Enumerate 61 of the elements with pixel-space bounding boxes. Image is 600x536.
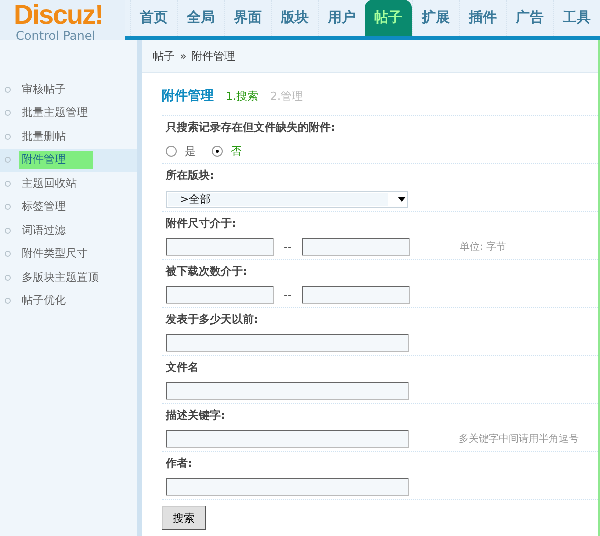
input-field[interactable] [166,478,409,496]
field-label: 描述关键字: [166,408,226,424]
nav-tab[interactable]: 全局 [177,0,224,36]
sidebar-item[interactable]: 批量主题管理 [0,102,137,125]
field-label: 被下载次数介于: [166,264,248,280]
bullet-icon [5,204,11,210]
bullet-icon [5,298,11,304]
input-field[interactable] [302,238,410,256]
field-label: 附件尺寸介于: [166,216,238,232]
field-label: 所在版块: [166,168,216,184]
breadcrumb-link[interactable]: 帖子 [153,48,175,64]
breadcrumb-link[interactable]: 附件管理 [192,48,236,64]
page-title: 附件管理 [162,88,214,105]
sidebar-item[interactable]: 主题回收站 [0,172,137,196]
radio-button[interactable] [166,146,177,156]
input-field[interactable] [166,238,274,256]
sidebar-item[interactable]: 多版块主题置顶 [0,266,137,290]
input-field[interactable] [166,286,274,304]
sidebar-item[interactable]: 帖子优化 [0,290,137,313]
input-field[interactable] [302,286,410,304]
sidebar-item[interactable]: 审核帖子 [0,78,137,102]
field-label: 只搜索记录存在但文件缺失的附件: [166,120,336,136]
sidebar-item[interactable]: 附件类型尺寸 [0,242,137,266]
nav-tab[interactable]: 帖子 [365,0,412,36]
sidebar-item[interactable]: 附件管理 [0,148,137,172]
nav-tab[interactable]: 广告 [506,0,553,36]
field-label: 发表于多少天以前: [166,312,260,328]
hint-text: 多关键字中间请用半角逗号 [459,432,579,446]
field-label: 文件名 [166,360,200,376]
search-button[interactable]: 搜索 [162,506,206,530]
hint-text: 单位: 字节 [460,240,507,254]
sidebar-item[interactable]: 词语过滤 [0,219,137,242]
input-field[interactable] [166,382,409,400]
field-label: 作者: [166,456,194,472]
bullet-icon [5,157,11,164]
bullet-icon [5,110,11,116]
breadcrumb-separator: » [180,50,187,62]
sidebar-item[interactable]: 批量删帖 [0,125,137,148]
radio-label: 否 [231,144,242,158]
nav-tab[interactable]: 版块 [271,0,318,36]
range-separator: -- [284,288,292,302]
caret-icon [398,196,406,202]
bullet-icon [5,251,11,258]
bullet-icon [5,274,11,281]
bullet-icon [5,228,11,234]
step-link[interactable]: 1.搜索 [226,89,258,104]
bullet-icon [5,86,11,93]
nav-tab[interactable]: 插件 [459,0,506,36]
nav-tab[interactable]: 首页 [130,0,177,36]
nav-tab[interactable]: 界面 [224,0,271,36]
radio-button[interactable] [212,146,223,156]
sidebar-item[interactable]: 标签管理 [0,196,137,219]
bullet-icon [5,180,11,187]
forum-select[interactable]: >全部 [166,190,408,208]
input-field[interactable] [166,430,409,448]
radio-label: 是 [185,144,196,158]
nav-tab[interactable]: 工具 [553,0,600,36]
input-field[interactable] [166,334,409,352]
range-separator: -- [284,240,292,254]
bullet-icon [5,134,11,140]
nav-tab[interactable]: 扩展 [412,0,459,36]
